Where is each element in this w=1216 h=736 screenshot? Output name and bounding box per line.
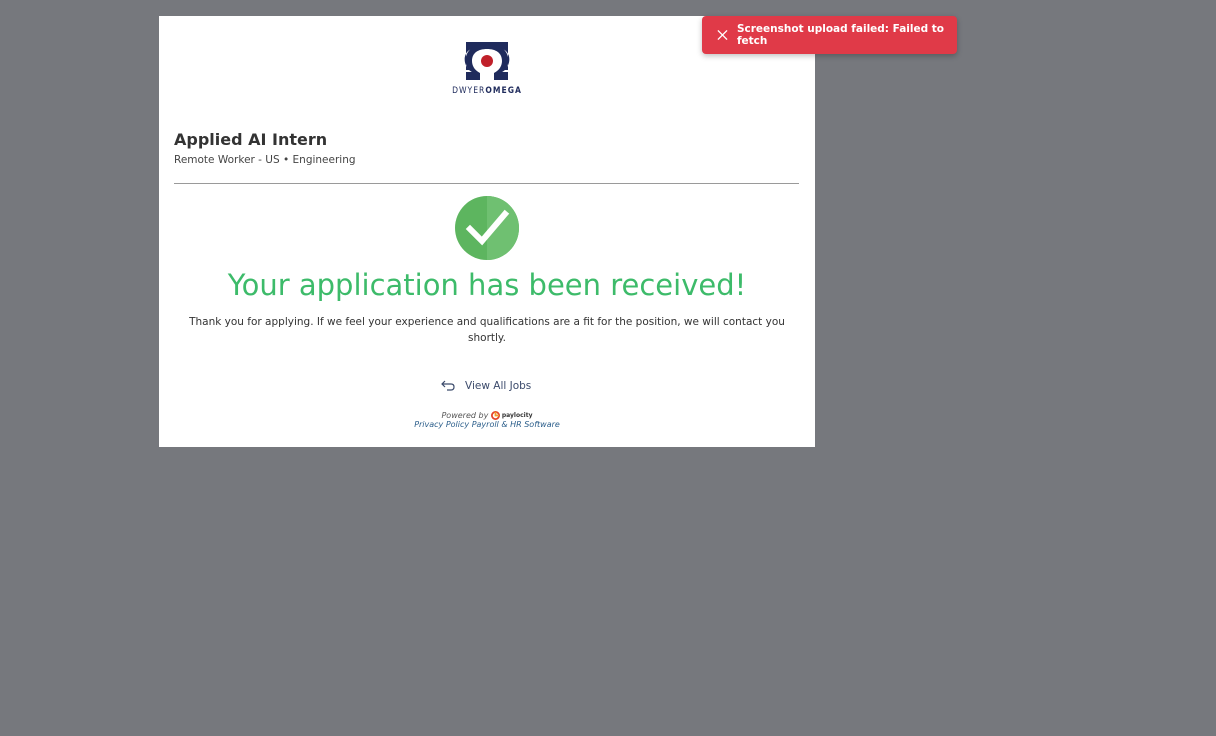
error-toast: Screenshot upload failed: Failed to fetc… <box>702 16 957 54</box>
close-icon[interactable] <box>717 29 728 41</box>
back-arrow-icon <box>441 380 455 391</box>
logo-wordmark: DWYEROMEGA <box>452 86 522 96</box>
footer-links: Privacy Policy Payroll & HR Software <box>159 420 815 429</box>
job-meta: Remote Worker - US • Engineering <box>174 154 356 166</box>
company-logo: DWYEROMEGA <box>452 40 522 98</box>
omega-logo-icon <box>464 42 510 80</box>
view-all-jobs-label: View All Jobs <box>465 380 532 392</box>
powered-by: Powered by paylocity <box>441 411 533 420</box>
paylocity-logo: paylocity <box>490 411 533 420</box>
paylocity-logo-icon <box>490 411 500 420</box>
privacy-policy-link[interactable]: Privacy Policy <box>414 420 469 429</box>
confirmation-message: Thank you for applying. If we feel your … <box>189 316 785 344</box>
toast-message: Screenshot upload failed: Failed to fetc… <box>736 23 945 47</box>
view-all-jobs-link[interactable]: View All Jobs <box>441 378 531 394</box>
application-confirmation-card: DWYEROMEGA Applied AI Intern Remote Work… <box>159 16 815 447</box>
job-title: Applied AI Intern <box>174 130 328 149</box>
check-circle-icon <box>455 196 519 260</box>
confirmation-headline: Your application has been received! <box>227 268 747 302</box>
divider <box>174 183 799 184</box>
payroll-software-link[interactable]: Payroll & HR Software <box>472 420 560 429</box>
